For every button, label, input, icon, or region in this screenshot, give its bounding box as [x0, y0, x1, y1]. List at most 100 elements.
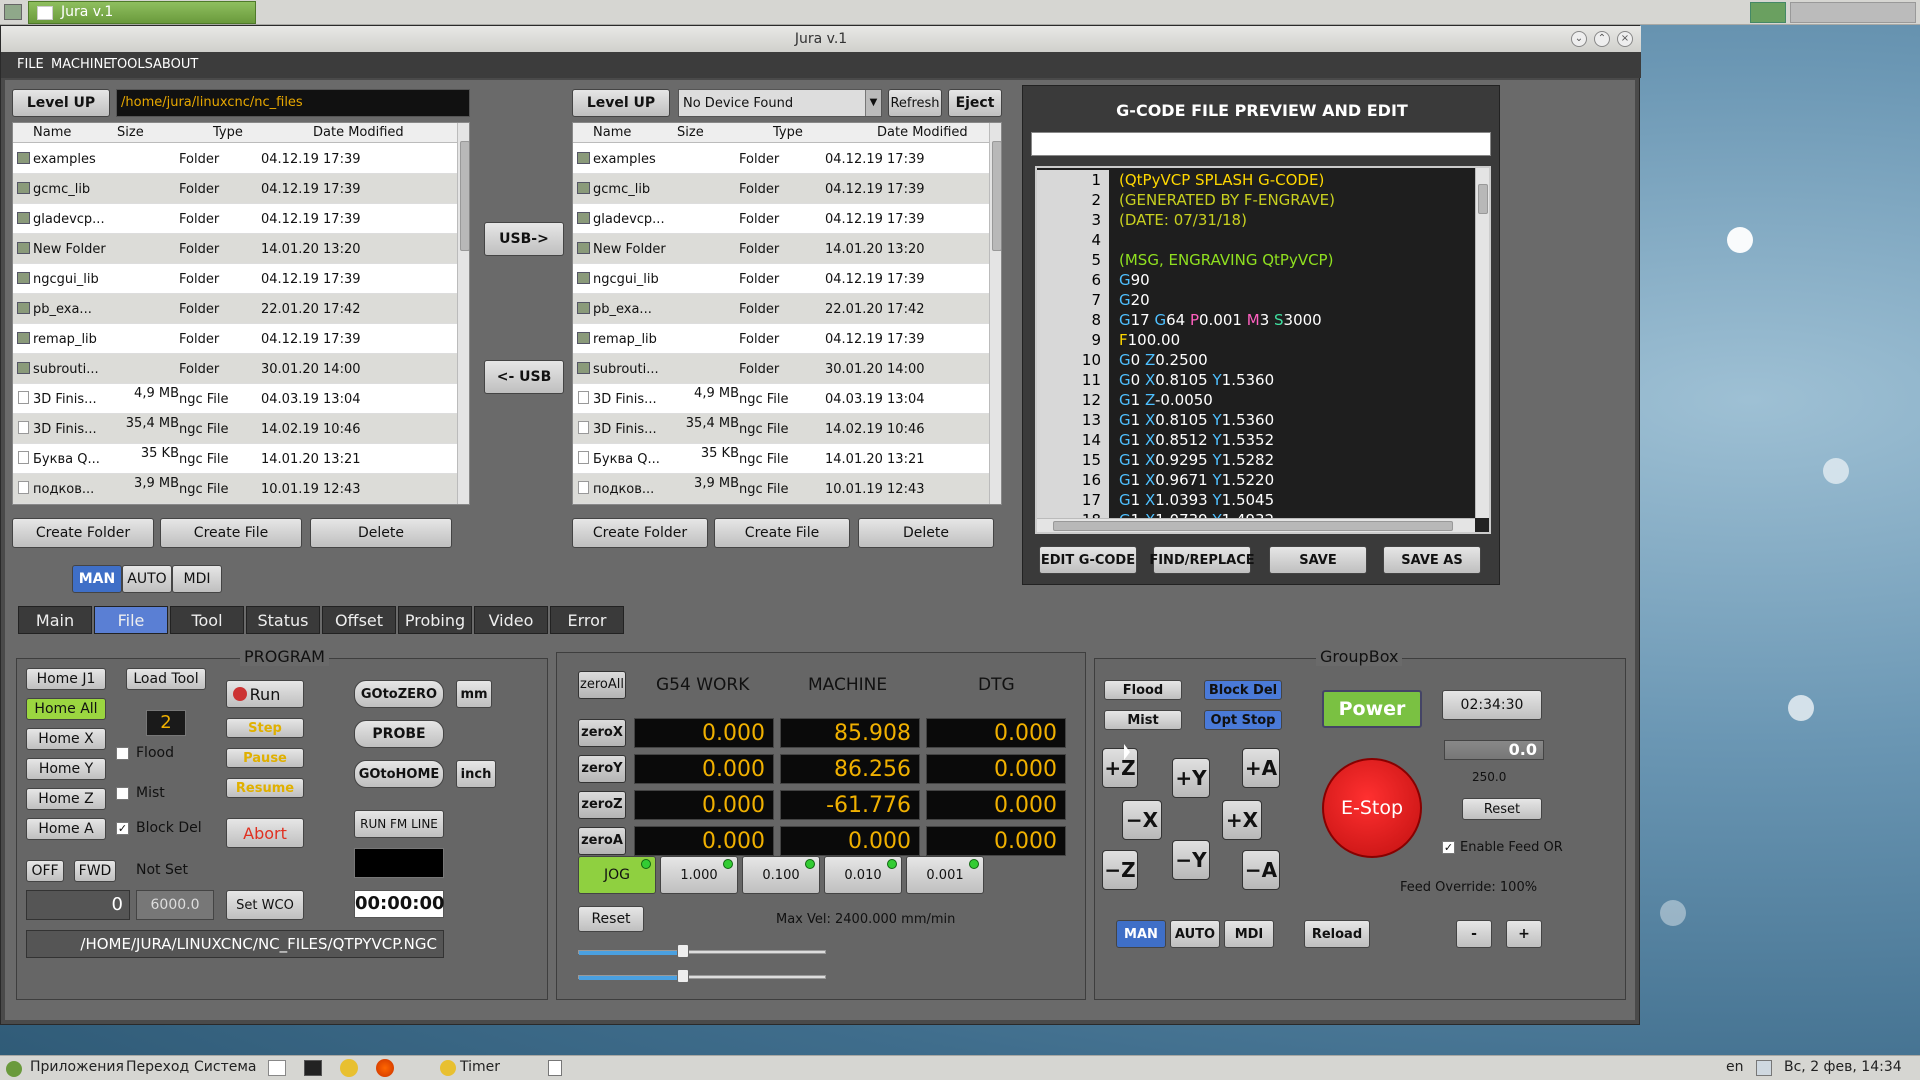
- table-row[interactable]: remap_lib Folder 04.12.19 17:39: [573, 324, 989, 354]
- zero-axis-button[interactable]: zeroX: [578, 719, 626, 747]
- col-date[interactable]: Date Modified: [313, 125, 404, 140]
- table-row[interactable]: subrouti... Folder 30.01.20 14:00: [13, 354, 457, 384]
- gcode-line[interactable]: 3 (DATE: 07/31/18): [1037, 210, 1475, 230]
- gcode-hscroll[interactable]: [1037, 518, 1475, 532]
- menu-tools[interactable]: TOOLS: [109, 57, 153, 72]
- table-row[interactable]: New Folder Folder 14.01.20 13:20: [573, 234, 989, 264]
- tab-file[interactable]: File: [94, 606, 168, 634]
- edit-gcode-button[interactable]: EDIT G-CODE: [1039, 546, 1137, 574]
- trash-icon[interactable]: [548, 1060, 562, 1076]
- gcode-line[interactable]: 15 G1 X0.9295 Y1.5282: [1037, 450, 1475, 470]
- col-type[interactable]: Type: [773, 125, 803, 140]
- table-row[interactable]: ngcgui_lib Folder 04.12.19 17:39: [573, 264, 989, 294]
- table-row[interactable]: подков... 3,9 MB ngc File 10.01.19 12:43: [13, 474, 457, 504]
- gcode-search-input[interactable]: [1031, 132, 1491, 156]
- zero-axis-button[interactable]: zeroA: [578, 827, 626, 855]
- terminal-icon[interactable]: [304, 1060, 322, 1076]
- mode-man-button[interactable]: MAN: [72, 565, 122, 593]
- zero-all-button[interactable]: zeroAll: [578, 671, 626, 699]
- left-scrollbar[interactable]: [457, 123, 469, 504]
- gcode-line[interactable]: 11 G0 X0.8105 Y1.5360: [1037, 370, 1475, 390]
- goto-zero-button[interactable]: GOtoZERO: [354, 680, 444, 708]
- spindle-speed-input[interactable]: 6000.0: [136, 890, 214, 920]
- gcode-editor[interactable]: 1 (QtPyVCP SPLASH G-CODE) 2 (GENERATED BY F…: [1035, 166, 1491, 534]
- left-delete-button[interactable]: Delete: [310, 518, 452, 548]
- to-usb-button[interactable]: USB->: [484, 222, 564, 256]
- gcode-line[interactable]: 16 G1 X0.9671 Y1.5220: [1037, 470, 1475, 490]
- gb-opt-stop-button[interactable]: Opt Stop: [1204, 710, 1282, 730]
- table-row[interactable]: subrouti... Folder 30.01.20 14:00: [573, 354, 989, 384]
- set-wco-button[interactable]: Set WCO: [226, 890, 304, 920]
- mode-auto-button[interactable]: AUTO: [122, 565, 172, 593]
- scroll-thumb[interactable]: [460, 141, 469, 251]
- zero-axis-button[interactable]: zeroY: [578, 755, 626, 783]
- block-del-checkbox[interactable]: ✓: [116, 822, 129, 835]
- inch-button[interactable]: inch: [456, 760, 496, 788]
- jog-plus-a-button[interactable]: +A: [1242, 748, 1280, 788]
- col-name[interactable]: Name: [33, 125, 71, 140]
- increment-button[interactable]: 0.100: [742, 856, 820, 894]
- run-from-line-button[interactable]: RUN FM LINE: [354, 810, 444, 838]
- right-delete-button[interactable]: Delete: [858, 518, 994, 548]
- col-type[interactable]: Type: [213, 125, 243, 140]
- jog-minus-z-button[interactable]: −Z: [1102, 850, 1138, 890]
- table-row[interactable]: pb_exa... Folder 22.01.20 17:42: [573, 294, 989, 324]
- increment-button[interactable]: 1.000: [660, 856, 738, 894]
- left-create-file-button[interactable]: Create File: [160, 518, 302, 548]
- linux-icon[interactable]: [340, 1059, 358, 1077]
- gcode-vscroll[interactable]: [1475, 168, 1489, 518]
- feed-plus-button[interactable]: +: [1506, 920, 1542, 948]
- right-scrollbar[interactable]: [989, 123, 1001, 504]
- slider-handle[interactable]: [677, 969, 690, 983]
- run-button[interactable]: Run: [226, 680, 304, 708]
- tab-main[interactable]: Main: [18, 606, 92, 634]
- power-button[interactable]: Power: [1322, 690, 1422, 728]
- gcode-line[interactable]: 18 G1 X1.0739 Y1.4932: [1037, 510, 1475, 518]
- home-j1-button[interactable]: Home J1: [26, 668, 106, 690]
- goto-menu[interactable]: Переход: [126, 1059, 189, 1075]
- gcode-line[interactable]: 5 (MSG, ENGRAVING QtPyVCP): [1037, 250, 1475, 270]
- workspace-switcher-icon[interactable]: [1750, 2, 1786, 23]
- right-create-folder-button[interactable]: Create Folder: [572, 518, 708, 548]
- table-row[interactable]: подков... 3,9 MB ngc File 10.01.19 12:43: [573, 474, 989, 504]
- right-create-file-button[interactable]: Create File: [714, 518, 850, 548]
- load-tool-button[interactable]: Load Tool: [126, 668, 206, 690]
- slider-handle[interactable]: [677, 944, 690, 958]
- table-row[interactable]: examples Folder 04.12.19 17:39: [13, 144, 457, 174]
- show-desktop-icon[interactable]: [4, 4, 22, 20]
- increment-button[interactable]: 0.010: [824, 856, 902, 894]
- col-size[interactable]: Size: [677, 125, 704, 140]
- estop-button[interactable]: E-Stop: [1322, 758, 1422, 858]
- gcode-line[interactable]: 4: [1037, 230, 1475, 250]
- mm-button[interactable]: mm: [456, 680, 492, 708]
- jog-minus-x-button[interactable]: −X: [1122, 800, 1162, 840]
- increment-button[interactable]: 0.001: [906, 856, 984, 894]
- gcode-line[interactable]: 8 G17 G64 P0.001 M3 S3000: [1037, 310, 1475, 330]
- find-replace-button[interactable]: FIND/REPLACE: [1149, 546, 1255, 574]
- gcode-line[interactable]: 1 (QtPyVCP SPLASH G-CODE): [1037, 170, 1475, 190]
- gcode-line[interactable]: 10 G0 Z0.2500: [1037, 350, 1475, 370]
- tab-tool[interactable]: Tool: [170, 606, 244, 634]
- table-row[interactable]: examples Folder 04.12.19 17:39: [573, 144, 989, 174]
- menu-about[interactable]: ABOUT: [153, 57, 198, 72]
- tab-error[interactable]: Error: [550, 606, 624, 634]
- home-a-button[interactable]: Home A: [26, 818, 106, 840]
- chevron-down-icon[interactable]: ▼: [865, 90, 881, 116]
- clock[interactable]: Вс, 2 фев, 14:34: [1784, 1059, 1902, 1075]
- table-row[interactable]: remap_lib Folder 04.12.19 17:39: [13, 324, 457, 354]
- gb-flood-button[interactable]: Flood: [1104, 680, 1182, 700]
- jog-plus-y-button[interactable]: +Y: [1172, 758, 1210, 798]
- flood-checkbox[interactable]: [116, 747, 129, 760]
- usb-device-select[interactable]: No Device Found ▼: [678, 89, 882, 117]
- gcode-line[interactable]: 12 G1 Z-0.0050: [1037, 390, 1475, 410]
- gcode-line[interactable]: 17 G1 X1.0393 Y1.5045: [1037, 490, 1475, 510]
- system-menu[interactable]: Система: [194, 1059, 256, 1075]
- jog-minus-y-button[interactable]: −Y: [1172, 840, 1210, 880]
- jog-plus-z-button[interactable]: +Z: [1102, 748, 1138, 788]
- col-size[interactable]: Size: [117, 125, 144, 140]
- zero-axis-button[interactable]: zeroZ: [578, 791, 626, 819]
- minimize-icon[interactable]: ⌄: [1571, 31, 1587, 47]
- table-row[interactable]: 3D Finis... 4,9 MB ngc File 04.03.19 13:04: [573, 384, 989, 414]
- home-all-button[interactable]: Home All: [26, 698, 106, 720]
- gcode-line[interactable]: 13 G1 X0.8105 Y1.5360: [1037, 410, 1475, 430]
